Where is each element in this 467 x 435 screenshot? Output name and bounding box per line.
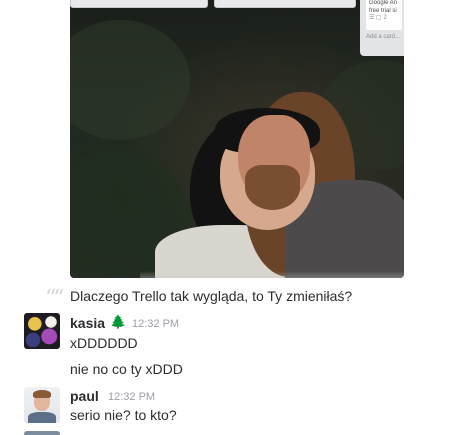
trello-card xyxy=(70,0,208,8)
message-kasia: kasia 🌲 12:32 PM xDDDDDD nie no co ty xD… xyxy=(0,312,467,382)
image-bottom-edge xyxy=(140,271,404,278)
timestamp[interactable]: 12:32 PM xyxy=(108,391,155,403)
message-paul: paul 12:32 PM serio nie? to kto? xyxy=(0,386,467,431)
avatar[interactable] xyxy=(24,387,60,423)
image-attachment[interactable]: Google An free trial si ☰ ▢ 2 Add a card… xyxy=(70,0,404,278)
avatar[interactable] xyxy=(24,431,60,435)
quote-icon: ““ xyxy=(45,286,64,311)
trello-card xyxy=(214,0,356,8)
avatar-shirt xyxy=(28,412,56,423)
timestamp[interactable]: 12:32 PM xyxy=(132,318,179,330)
message-line: serio nie? to kto? xyxy=(70,407,177,423)
trello-card-snippet: Google An free trial si xyxy=(369,0,398,14)
quoted-message: ““ Dlaczego Trello tak wygląda, to Ty zm… xyxy=(0,285,467,311)
message-line: xDDDDDD xyxy=(70,335,138,351)
avatar-hair xyxy=(33,390,51,398)
tree-icon: 🌲 xyxy=(110,314,127,329)
trello-list: Google An free trial si ☰ ▢ 2 Add a card… xyxy=(360,0,404,56)
author-name[interactable]: paul xyxy=(70,388,99,404)
message-line: nie no co ty xDDD xyxy=(70,361,183,377)
trello-card-meta: ☰ ▢ 2 xyxy=(369,15,387,21)
trello-add-card: Add a card... xyxy=(366,34,401,40)
trello-card-preview: Google An free trial si ☰ ▢ 2 xyxy=(366,0,402,30)
foliage-shape xyxy=(70,20,190,140)
author-name[interactable]: kasia xyxy=(70,315,105,331)
quoted-message-text: Dlaczego Trello tak wygląda, to Ty zmien… xyxy=(70,288,353,304)
photo-figure xyxy=(245,165,300,210)
avatar[interactable] xyxy=(24,313,60,349)
